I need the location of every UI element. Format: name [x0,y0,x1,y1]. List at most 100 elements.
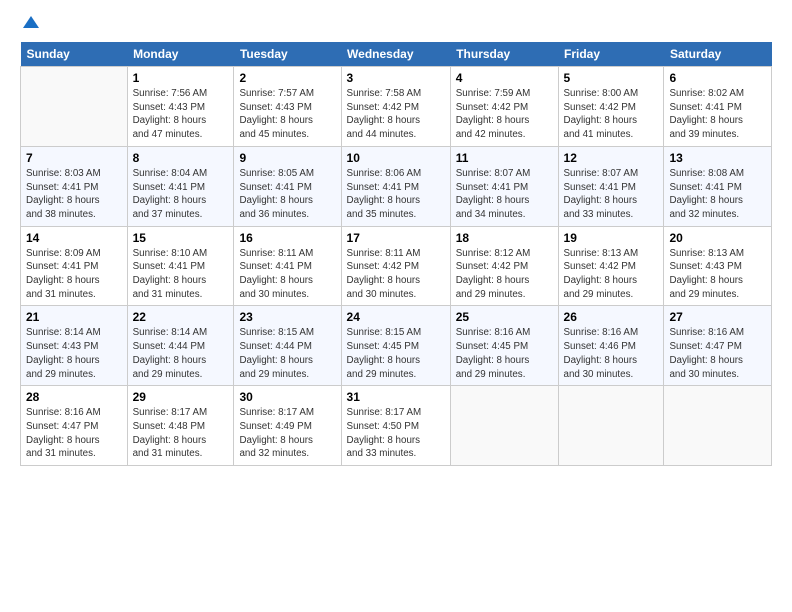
day-number: 20 [669,231,766,245]
day-info: Sunrise: 8:17 AM Sunset: 4:49 PM Dayligh… [239,406,335,461]
calendar-cell: 24 Sunrise: 8:15 AM Sunset: 4:45 PM Dayli… [341,306,450,386]
day-info: Sunrise: 8:12 AM Sunset: 4:42 PM Dayligh… [456,247,553,302]
day-info: Sunrise: 8:13 AM Sunset: 4:42 PM Dayligh… [564,247,659,302]
day-info: Sunrise: 8:07 AM Sunset: 4:41 PM Dayligh… [564,167,659,222]
calendar-cell: 2Sunrise: 7:57 AM Sunset: 4:43 PM Daylig… [234,67,341,147]
day-number: 31 [347,390,445,404]
week-row-4: 21Sunrise: 8:14 AM Sunset: 4:43 PM Dayli… [21,306,772,386]
day-info: Sunrise: 8:00 AM Sunset: 4:42 PM Dayligh… [564,87,659,142]
day-info: Sunrise: 8:07 AM Sunset: 4:41 PM Dayligh… [456,167,553,222]
calendar-cell [558,386,664,466]
day-info: Sunrise: 8:11 AM Sunset: 4:42 PM Dayligh… [347,247,445,302]
calendar-cell: 5 Sunrise: 8:00 AM Sunset: 4:42 PM Daylig… [558,67,664,147]
week-row-5: 28 Sunrise: 8:16 AM Sunset: 4:47 PM Dayli… [21,386,772,466]
calendar-cell: 29Sunrise: 8:17 AM Sunset: 4:48 PM Dayli… [127,386,234,466]
calendar-cell [664,386,772,466]
day-info: Sunrise: 8:09 AM Sunset: 4:41 PM Dayligh… [26,247,122,302]
calendar-cell: 9 Sunrise: 8:05 AM Sunset: 4:41 PM Daylig… [234,146,341,226]
calendar-cell: 31 Sunrise: 8:17 AM Sunset: 4:50 PM Dayli… [341,386,450,466]
calendar-cell: 23 Sunrise: 8:15 AM Sunset: 4:44 PM Dayli… [234,306,341,386]
calendar-cell: 12 Sunrise: 8:07 AM Sunset: 4:41 PM Dayli… [558,146,664,226]
header [20,16,772,32]
calendar-cell [450,386,558,466]
day-number: 14 [26,231,122,245]
calendar-cell: 20Sunrise: 8:13 AM Sunset: 4:43 PM Dayli… [664,226,772,306]
week-row-2: 7 Sunrise: 8:03 AM Sunset: 4:41 PM Daylig… [21,146,772,226]
week-row-3: 14 Sunrise: 8:09 AM Sunset: 4:41 PM Dayli… [21,226,772,306]
day-number: 9 [239,151,335,165]
col-header-thursday: Thursday [450,42,558,67]
day-info: Sunrise: 8:02 AM Sunset: 4:41 PM Dayligh… [669,87,766,142]
day-info: Sunrise: 8:04 AM Sunset: 4:41 PM Dayligh… [133,167,229,222]
day-info: Sunrise: 8:05 AM Sunset: 4:41 PM Dayligh… [239,167,335,222]
calendar-cell: 27 Sunrise: 8:16 AM Sunset: 4:47 PM Dayli… [664,306,772,386]
day-number: 5 [564,71,659,85]
day-number: 1 [133,71,229,85]
col-header-wednesday: Wednesday [341,42,450,67]
page: SundayMondayTuesdayWednesdayThursdayFrid… [0,0,792,612]
day-number: 30 [239,390,335,404]
calendar-cell: 4Sunrise: 7:59 AM Sunset: 4:42 PM Daylig… [450,67,558,147]
calendar-cell: 15 Sunrise: 8:10 AM Sunset: 4:41 PM Dayli… [127,226,234,306]
col-header-sunday: Sunday [21,42,128,67]
day-number: 17 [347,231,445,245]
day-number: 16 [239,231,335,245]
day-number: 7 [26,151,122,165]
day-number: 25 [456,310,553,324]
day-number: 18 [456,231,553,245]
day-number: 8 [133,151,229,165]
day-number: 12 [564,151,659,165]
day-info: Sunrise: 8:08 AM Sunset: 4:41 PM Dayligh… [669,167,766,222]
day-info: Sunrise: 8:14 AM Sunset: 4:44 PM Dayligh… [133,326,229,381]
calendar-cell: 1 Sunrise: 7:56 AM Sunset: 4:43 PM Daylig… [127,67,234,147]
day-info: Sunrise: 8:15 AM Sunset: 4:44 PM Dayligh… [239,326,335,381]
calendar-cell: 21Sunrise: 8:14 AM Sunset: 4:43 PM Dayli… [21,306,128,386]
col-header-saturday: Saturday [664,42,772,67]
day-number: 21 [26,310,122,324]
logo-icon [22,14,40,32]
calendar-cell: 18 Sunrise: 8:12 AM Sunset: 4:42 PM Dayli… [450,226,558,306]
col-header-friday: Friday [558,42,664,67]
day-info: Sunrise: 8:10 AM Sunset: 4:41 PM Dayligh… [133,247,229,302]
day-number: 13 [669,151,766,165]
day-info: Sunrise: 8:11 AM Sunset: 4:41 PM Dayligh… [239,247,335,302]
col-header-tuesday: Tuesday [234,42,341,67]
day-info: Sunrise: 8:06 AM Sunset: 4:41 PM Dayligh… [347,167,445,222]
day-info: Sunrise: 8:17 AM Sunset: 4:50 PM Dayligh… [347,406,445,461]
calendar-cell: 10 Sunrise: 8:06 AM Sunset: 4:41 PM Dayli… [341,146,450,226]
day-info: Sunrise: 7:59 AM Sunset: 4:42 PM Dayligh… [456,87,553,142]
day-info: Sunrise: 8:16 AM Sunset: 4:47 PM Dayligh… [26,406,122,461]
header-row: SundayMondayTuesdayWednesdayThursdayFrid… [21,42,772,67]
day-number: 28 [26,390,122,404]
day-number: 6 [669,71,766,85]
day-info: Sunrise: 7:58 AM Sunset: 4:42 PM Dayligh… [347,87,445,142]
day-number: 27 [669,310,766,324]
calendar-cell: 16 Sunrise: 8:11 AM Sunset: 4:41 PM Dayli… [234,226,341,306]
calendar-cell: 30 Sunrise: 8:17 AM Sunset: 4:49 PM Dayli… [234,386,341,466]
day-number: 3 [347,71,445,85]
day-number: 2 [239,71,335,85]
day-info: Sunrise: 8:16 AM Sunset: 4:47 PM Dayligh… [669,326,766,381]
calendar-cell [21,67,128,147]
calendar-cell: 3 Sunrise: 7:58 AM Sunset: 4:42 PM Daylig… [341,67,450,147]
day-number: 11 [456,151,553,165]
day-info: Sunrise: 8:03 AM Sunset: 4:41 PM Dayligh… [26,167,122,222]
day-info: Sunrise: 8:16 AM Sunset: 4:46 PM Dayligh… [564,326,659,381]
calendar-cell: 22 Sunrise: 8:14 AM Sunset: 4:44 PM Dayli… [127,306,234,386]
day-number: 26 [564,310,659,324]
week-row-1: 1 Sunrise: 7:56 AM Sunset: 4:43 PM Daylig… [21,67,772,147]
calendar-cell: 25 Sunrise: 8:16 AM Sunset: 4:45 PM Dayli… [450,306,558,386]
day-number: 24 [347,310,445,324]
day-number: 10 [347,151,445,165]
day-info: Sunrise: 8:15 AM Sunset: 4:45 PM Dayligh… [347,326,445,381]
day-number: 22 [133,310,229,324]
day-number: 15 [133,231,229,245]
day-number: 23 [239,310,335,324]
day-info: Sunrise: 7:56 AM Sunset: 4:43 PM Dayligh… [133,87,229,142]
calendar-cell: 28 Sunrise: 8:16 AM Sunset: 4:47 PM Dayli… [21,386,128,466]
day-info: Sunrise: 8:16 AM Sunset: 4:45 PM Dayligh… [456,326,553,381]
day-number: 29 [133,390,229,404]
calendar-cell: 7 Sunrise: 8:03 AM Sunset: 4:41 PM Daylig… [21,146,128,226]
calendar-table: SundayMondayTuesdayWednesdayThursdayFrid… [20,42,772,466]
calendar-cell: 6 Sunrise: 8:02 AM Sunset: 4:41 PM Daylig… [664,67,772,147]
